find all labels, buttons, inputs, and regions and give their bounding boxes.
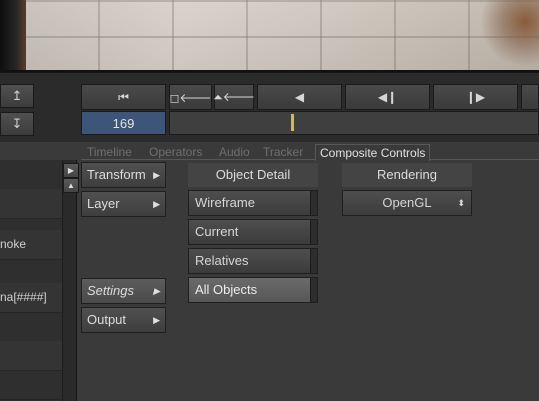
tab-timeline[interactable]: Timeline (87, 144, 132, 160)
rendering-select[interactable]: OpenGL ⬍ (342, 190, 472, 216)
wireframe-button[interactable]: Wireframe (188, 190, 318, 216)
rendering-value: OpenGL (382, 195, 432, 210)
tab-composite-controls[interactable]: Composite Controls (315, 144, 431, 161)
step-back-key-button[interactable]: ◻🡐 (169, 84, 212, 110)
submenu-arrow-icon: ▶ (153, 286, 160, 296)
layer-menu-button[interactable]: Layer ▶ (81, 191, 166, 217)
rendering-header: Rendering (342, 163, 472, 187)
list-item[interactable]: na[####] (0, 283, 62, 313)
list-item[interactable] (0, 312, 62, 342)
scroll-up-icon[interactable]: ▲ (63, 178, 79, 193)
play-reverse-button[interactable]: ◀ (257, 84, 342, 110)
go-to-start-button[interactable]: ⏮ (81, 84, 166, 110)
expand-arrow-icon[interactable]: ▶ (63, 163, 79, 178)
current-button[interactable]: Current (188, 219, 318, 245)
upload-icon: ↥ (11, 88, 23, 103)
list-item[interactable] (0, 370, 62, 400)
updown-arrows-icon: ⬍ (457, 198, 465, 208)
viewport-image (26, 0, 539, 72)
button-edge (310, 278, 317, 302)
viewport-object (470, 0, 539, 72)
output-menu-button[interactable]: Output ▶ (81, 307, 166, 333)
list-scrollbar[interactable] (62, 160, 77, 401)
list-item[interactable] (0, 341, 62, 371)
relatives-button[interactable]: Relatives (188, 248, 318, 274)
play-forward-button[interactable] (521, 84, 539, 110)
skip-to-start-icon: ⏮ (118, 89, 129, 104)
output-label: Output (87, 312, 127, 327)
step-forward-icon: ❙▶ (465, 90, 486, 104)
current-label: Current (195, 224, 239, 239)
layer-label: Layer (87, 196, 120, 211)
all-objects-button[interactable]: All Objects (188, 277, 318, 303)
tab-audio[interactable]: Audio (219, 144, 250, 160)
submenu-arrow-icon: ▶ (153, 170, 160, 180)
viewport[interactable] (0, 0, 539, 72)
step-back-icon: ◀❙ (377, 90, 398, 104)
prev-keyframe-icon: ⏶🡐 (213, 90, 255, 104)
button-edge (310, 249, 317, 273)
list-item[interactable]: noke (0, 230, 62, 260)
viewport-frame (0, 0, 26, 72)
relatives-label: Relatives (195, 253, 249, 268)
object-detail-header: Object Detail (188, 163, 318, 187)
step-forward-button[interactable]: ❙▶ (433, 84, 518, 110)
move-up-button[interactable]: ↥ (0, 84, 34, 108)
settings-label: Settings (87, 283, 134, 298)
current-frame-field[interactable]: 169 (81, 111, 166, 135)
step-back-button[interactable]: ◀❙ (345, 84, 430, 110)
download-icon: ↧ (11, 116, 23, 131)
play-reverse-icon: ◀ (294, 90, 305, 104)
settings-menu-button[interactable]: Settings ▶ (81, 278, 166, 304)
object-list: noke na[####] (0, 160, 62, 401)
list-item[interactable] (0, 189, 62, 219)
all-objects-label: All Objects (195, 282, 258, 297)
time-ruler[interactable] (169, 111, 539, 135)
wireframe-label: Wireframe (195, 195, 255, 210)
move-down-button[interactable]: ↧ (0, 112, 34, 136)
tab-tracker[interactable]: Tracker (263, 144, 303, 160)
current-frame-value: 169 (112, 115, 135, 131)
button-edge (310, 220, 317, 244)
key-back-icon: ◻🡐 (169, 90, 212, 105)
prev-keyframe-button[interactable]: ⏶🡐 (213, 84, 255, 110)
tab-operators[interactable]: Operators (149, 144, 202, 160)
button-edge (310, 191, 317, 215)
transform-menu-button[interactable]: Transform ▶ (81, 162, 166, 188)
list-item[interactable] (0, 160, 62, 190)
transform-label: Transform (87, 167, 146, 182)
submenu-arrow-icon: ▶ (153, 199, 160, 209)
playhead[interactable] (291, 114, 294, 131)
submenu-arrow-icon: ▶ (153, 315, 160, 325)
